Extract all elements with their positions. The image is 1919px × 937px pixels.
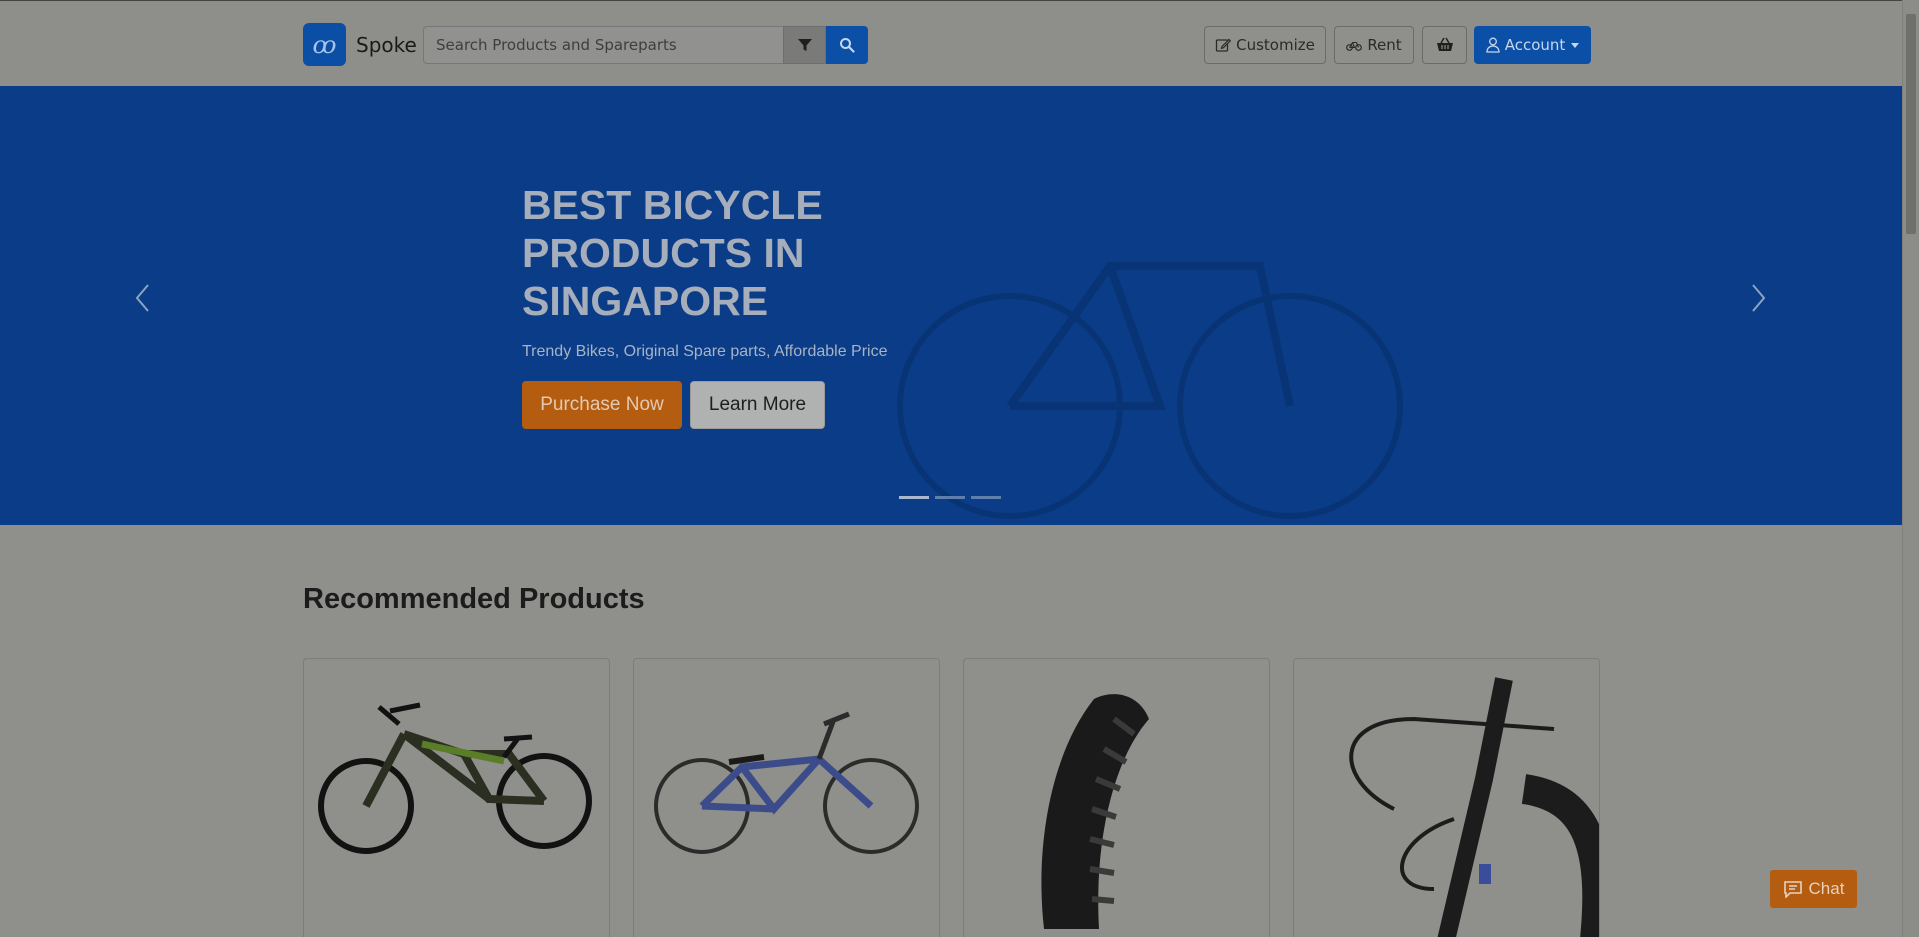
- product-card[interactable]: [1293, 658, 1600, 937]
- scrollbar-thumb[interactable]: [1906, 14, 1916, 234]
- hero-carousel: BEST BICYCLE PRODUCTS IN SINGAPORE Trend…: [0, 86, 1902, 525]
- learn-more-button[interactable]: Learn More: [690, 381, 825, 429]
- carousel-prev-button[interactable]: [128, 283, 158, 313]
- search-bar: [423, 26, 868, 64]
- bicycle-icon: [1346, 41, 1363, 51]
- brand[interactable]: ꝏ Spoke: [303, 23, 417, 66]
- basket-icon: [1436, 37, 1453, 51]
- edit-icon: [1215, 38, 1232, 52]
- search-input[interactable]: [423, 26, 783, 64]
- carousel-next-button[interactable]: [1743, 283, 1773, 313]
- chat-label: Chat: [1808, 879, 1845, 898]
- chevron-down-icon: [1571, 42, 1580, 48]
- top-navbar: ꝏ Spoke Customize Rent Account: [0, 0, 1902, 86]
- hero-subtitle: Trendy Bikes, Original Spare parts, Affo…: [522, 343, 888, 360]
- customize-label: Customize: [1236, 36, 1315, 54]
- rent-button[interactable]: Rent: [1334, 26, 1414, 64]
- chevron-right-icon: [1752, 284, 1766, 312]
- hero-background-image: [897, 262, 1403, 519]
- user-icon: [1486, 37, 1500, 53]
- account-dropdown[interactable]: Account: [1474, 26, 1591, 64]
- product-card[interactable]: [303, 658, 610, 937]
- chat-icon: [1783, 881, 1802, 898]
- filter-icon: [797, 39, 812, 51]
- chat-button[interactable]: Chat: [1770, 870, 1857, 908]
- mountain-bike-image: [318, 702, 592, 854]
- product-card[interactable]: [963, 658, 1270, 937]
- carousel-indicator-2[interactable]: [935, 496, 965, 499]
- rent-label: Rent: [1367, 36, 1402, 54]
- carousel-indicator-3[interactable]: [971, 496, 1001, 499]
- filter-button[interactable]: [783, 26, 826, 64]
- carousel-indicator-1[interactable]: [899, 496, 929, 499]
- search-button[interactable]: [826, 26, 868, 64]
- account-label: Account: [1504, 36, 1566, 54]
- purchase-now-button[interactable]: Purchase Now: [522, 381, 682, 429]
- spoke-logo[interactable]: ꝏ: [303, 23, 346, 66]
- bike-tire-image: [1041, 694, 1149, 929]
- product-card[interactable]: [633, 658, 940, 937]
- blue-bike-image: [654, 711, 919, 854]
- page-scrollbar[interactable]: [1902, 0, 1919, 937]
- handlebar-image: [1349, 677, 1599, 937]
- carousel-indicators: [899, 496, 1001, 499]
- recommended-products-title: Recommended Products: [303, 583, 645, 615]
- cart-button[interactable]: [1422, 26, 1467, 64]
- hero-title: BEST BICYCLE PRODUCTS IN SINGAPORE: [522, 182, 823, 324]
- chevron-left-icon: [135, 284, 149, 312]
- logo-glyph: ꝏ: [312, 30, 337, 59]
- search-icon: [840, 38, 855, 53]
- customize-button[interactable]: Customize: [1204, 26, 1326, 64]
- brand-name[interactable]: Spoke: [356, 33, 417, 57]
